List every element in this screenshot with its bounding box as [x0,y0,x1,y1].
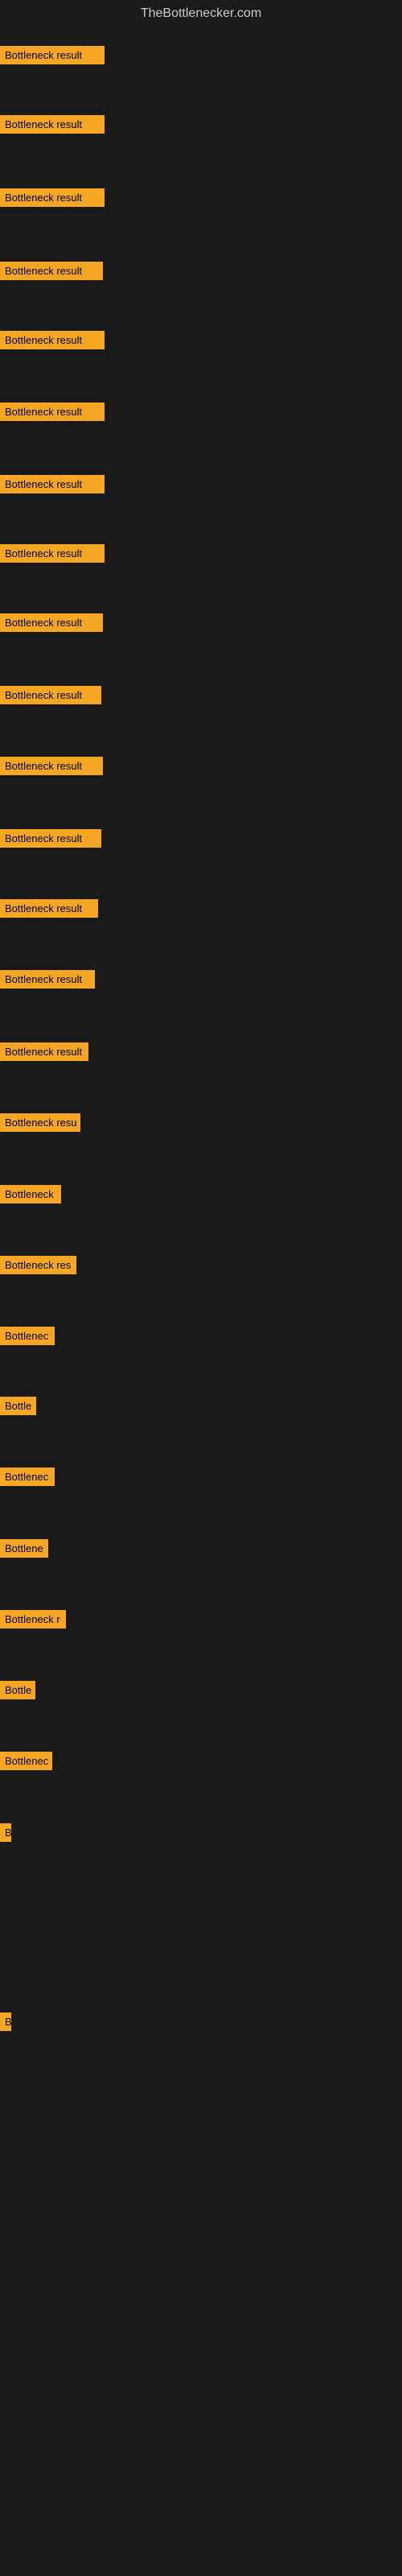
bottleneck-result-item[interactable]: Bottleneck result [0,613,103,632]
bottleneck-result-item[interactable]: Bottleneck result [0,544,105,563]
bottleneck-result-item[interactable]: Bottle [0,1681,35,1699]
bottleneck-result-item[interactable]: Bottleneck result [0,46,105,64]
bottleneck-result-item[interactable]: Bottleneck result [0,829,101,848]
bottleneck-result-item[interactable]: Bottle [0,1397,36,1415]
bottleneck-result-item[interactable]: Bottlenec [0,1327,55,1345]
bottleneck-result-item[interactable]: Bottlenec [0,1468,55,1486]
bottleneck-result-item[interactable]: Bottleneck r [0,1610,66,1629]
bottleneck-result-item[interactable]: Bottleneck result [0,331,105,349]
site-title: TheBottlenecker.com [0,0,402,27]
bottleneck-result-item[interactable]: Bottleneck result [0,899,98,918]
bottleneck-result-item[interactable]: B [0,2013,11,2031]
bottleneck-result-item[interactable]: Bottleneck result [0,1042,88,1061]
bottleneck-result-item[interactable]: Bottleneck result [0,402,105,421]
bottleneck-result-item[interactable]: Bottleneck result [0,115,105,134]
bottleneck-result-item[interactable]: Bottleneck result [0,686,101,704]
bottleneck-result-item[interactable]: Bottleneck result [0,475,105,493]
bottleneck-result-item[interactable]: Bottlene [0,1539,48,1558]
bottleneck-result-item[interactable]: Bottleneck [0,1185,61,1203]
bottleneck-result-item[interactable]: B [0,1823,11,1842]
bottleneck-result-item[interactable]: Bottleneck res [0,1256,76,1274]
bottleneck-result-item[interactable]: Bottlenec [0,1752,52,1770]
bottleneck-result-item[interactable]: Bottleneck result [0,757,103,775]
bottleneck-result-item[interactable]: Bottleneck result [0,970,95,989]
bottleneck-result-item[interactable]: Bottleneck result [0,188,105,207]
bottleneck-result-item[interactable]: Bottleneck result [0,262,103,280]
bottleneck-result-item[interactable]: Bottleneck resu [0,1113,80,1132]
